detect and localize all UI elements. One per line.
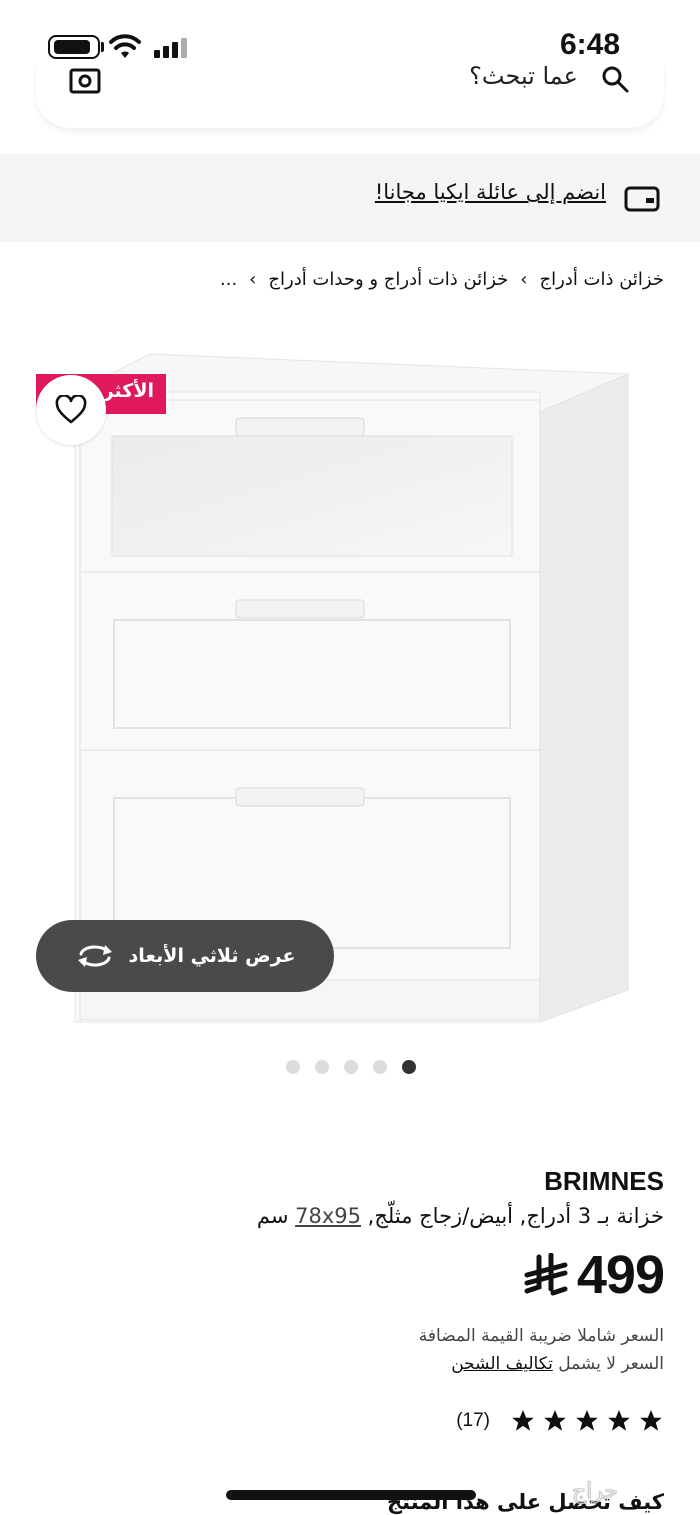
wifi-icon <box>109 34 141 58</box>
dimensions-link[interactable]: 78x95 <box>295 1204 361 1228</box>
rotate-3d-icon <box>77 945 112 967</box>
star-icon <box>576 1410 598 1431</box>
search-bar[interactable]: عما تبحث؟ <box>36 60 664 128</box>
view-3d-button[interactable]: عرض ثلاثي الأبعاد <box>36 920 334 992</box>
loyalty-card-icon <box>624 186 660 212</box>
join-family-link[interactable]: انضم إلى عائلة ايكيا مجانا! <box>375 180 606 204</box>
image-carousel-dots <box>286 1060 416 1074</box>
shipping-prefix: السعر لا يشمل <box>558 1354 664 1374</box>
camera-icon[interactable] <box>68 64 102 94</box>
carousel-dot[interactable] <box>286 1060 300 1074</box>
search-input[interactable]: عما تبحث؟ <box>469 62 578 90</box>
battery-icon <box>48 35 100 59</box>
price-value: 499 <box>576 1245 665 1305</box>
dimensions-unit: سم <box>256 1204 289 1228</box>
breadcrumb-item-chests[interactable]: خزائن ذات أدراج و وحدات أدراج <box>268 269 508 290</box>
search-icon[interactable] <box>600 64 630 94</box>
price: 499 <box>523 1244 665 1306</box>
star-icon <box>640 1410 662 1431</box>
breadcrumb: ... › خزائن ذات أدراج و وحدات أدراج › خز… <box>220 264 664 294</box>
breadcrumb-chevron-icon: › <box>520 268 528 290</box>
shipping-costs-link[interactable]: تكاليف الشحن <box>451 1354 553 1374</box>
heart-icon <box>55 395 87 424</box>
carousel-dot[interactable] <box>344 1060 358 1074</box>
shipping-note: السعر لا يشمل تكاليف الشحن <box>451 1354 664 1374</box>
battery-cap <box>101 42 104 52</box>
star-icon <box>608 1410 630 1431</box>
haraj-watermark-logo: حراج <box>571 1478 618 1504</box>
vat-note: السعر شاملا ضريبة القيمة المضافة <box>418 1326 664 1346</box>
carousel-dot[interactable] <box>373 1060 387 1074</box>
review-count[interactable]: (17) <box>456 1410 490 1432</box>
breadcrumb-ellipsis[interactable]: ... <box>220 269 237 290</box>
carousel-dot[interactable] <box>315 1060 329 1074</box>
rating[interactable]: (17) <box>456 1408 664 1434</box>
breadcrumb-item-current[interactable]: خزائن ذات أدراج <box>539 269 664 290</box>
family-banner[interactable]: انضم إلى عائلة ايكيا مجانا! <box>0 154 700 242</box>
riyal-sign-icon <box>524 1253 568 1296</box>
carousel-dot-active[interactable] <box>402 1060 416 1074</box>
view-3d-label: عرض ثلاثي الأبعاد <box>128 945 296 967</box>
description-text: خزانة بـ 3 أدراج, أبيض/زجاج مثلّج, <box>367 1204 664 1228</box>
star-icon <box>544 1410 566 1431</box>
status-time: 6:48 <box>559 28 620 61</box>
star-icon <box>512 1410 534 1431</box>
cellular-signal-icon <box>154 36 190 58</box>
product-name: BRIMNES <box>544 1166 664 1196</box>
breadcrumb-chevron-icon: › <box>249 268 257 290</box>
home-indicator[interactable] <box>226 1490 476 1500</box>
favorite-button[interactable] <box>36 375 106 445</box>
svg-text:حراج: حراج <box>572 1479 618 1504</box>
product-description: خزانة بـ 3 أدراج, أبيض/زجاج مثلّج, 78x95… <box>257 1204 664 1228</box>
